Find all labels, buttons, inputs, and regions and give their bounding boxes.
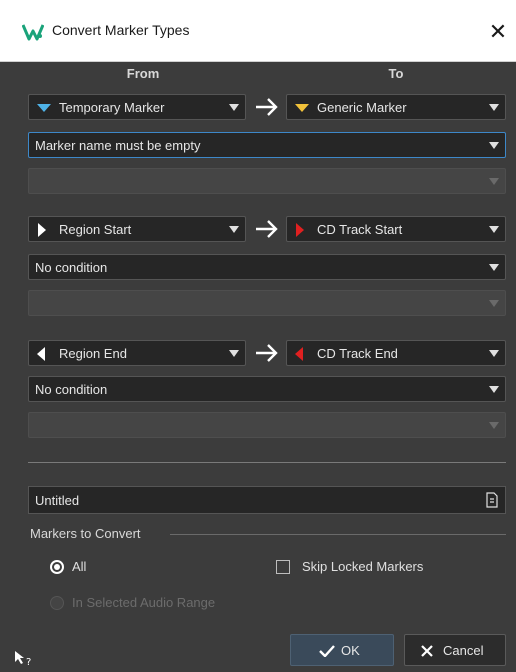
from-marker-select-3[interactable]: Region End [28, 340, 246, 366]
title-bar: Convert Marker Types ✕ [0, 0, 516, 62]
from-column-heading: From [126, 66, 160, 81]
chevron-down-icon [489, 422, 499, 429]
ok-button-label: OK [341, 643, 360, 658]
chevron-down-icon [489, 350, 499, 357]
chevron-down-icon [489, 226, 499, 233]
convert-arrow-icon [256, 344, 278, 362]
close-button[interactable]: ✕ [480, 14, 516, 50]
cd-track-end-icon [295, 347, 303, 361]
radio-all-label: All [72, 559, 87, 574]
ok-button[interactable]: OK [290, 634, 394, 666]
to-marker-label-2: CD Track Start [317, 222, 403, 237]
condition-value-field-1[interactable] [28, 168, 506, 194]
group-divider [170, 534, 506, 535]
help-pointer-icon[interactable]: ? [14, 650, 36, 666]
chevron-down-icon [489, 104, 499, 111]
chevron-down-icon [489, 386, 499, 393]
preset-name-field[interactable]: Untitled [28, 486, 506, 514]
condition-select-1[interactable]: Marker name must be empty [28, 132, 506, 158]
condition-value-field-2[interactable] [28, 290, 506, 316]
from-marker-label-1: Temporary Marker [59, 100, 165, 115]
from-marker-label-3: Region End [59, 346, 127, 361]
condition-label-3: No condition [35, 382, 108, 397]
to-marker-select-1[interactable]: Generic Marker [286, 94, 506, 120]
convert-arrow-icon [256, 220, 278, 238]
chevron-down-icon [229, 104, 239, 111]
preset-name-value: Untitled [35, 493, 80, 508]
chevron-down-icon [489, 300, 499, 307]
chevron-down-icon [489, 142, 499, 149]
to-marker-label-3: CD Track End [317, 346, 398, 361]
radio-all[interactable] [50, 560, 64, 574]
condition-label-2: No condition [35, 260, 108, 275]
to-column-heading: To [388, 66, 404, 81]
checkmark-icon [319, 645, 335, 657]
temporary-marker-icon [37, 104, 51, 112]
to-marker-label-1: Generic Marker [317, 100, 407, 115]
generic-marker-icon [295, 104, 309, 112]
cancel-button-label: Cancel [443, 643, 484, 658]
condition-value-field-3[interactable] [28, 412, 506, 438]
chevron-down-icon [489, 264, 499, 271]
cd-track-start-icon [296, 223, 304, 237]
window-title: Convert Marker Types [52, 22, 190, 38]
chevron-down-icon [229, 350, 239, 357]
markers-to-convert-heading: Markers to Convert [30, 526, 141, 541]
skip-locked-markers-label: Skip Locked Markers [302, 559, 424, 574]
cancel-button[interactable]: Cancel [404, 634, 506, 666]
convert-arrow-icon [256, 98, 278, 116]
chevron-down-icon [489, 178, 499, 185]
region-end-icon [37, 347, 45, 361]
chevron-down-icon [229, 226, 239, 233]
condition-label-1: Marker name must be empty [35, 138, 201, 153]
preset-document-icon[interactable] [485, 492, 499, 508]
wavelab-logo-icon [22, 24, 44, 41]
skip-locked-markers-checkbox[interactable] [276, 560, 290, 574]
close-icon [421, 645, 433, 657]
from-marker-label-2: Region Start [59, 222, 132, 237]
condition-select-3[interactable]: No condition [28, 376, 506, 402]
svg-text:?: ? [26, 657, 31, 666]
from-marker-select-2[interactable]: Region Start [28, 216, 246, 242]
condition-select-2[interactable]: No condition [28, 254, 506, 280]
region-start-icon [38, 223, 46, 237]
from-marker-select-1[interactable]: Temporary Marker [28, 94, 246, 120]
to-marker-select-3[interactable]: CD Track End [286, 340, 506, 366]
to-marker-select-2[interactable]: CD Track Start [286, 216, 506, 242]
section-divider [28, 462, 506, 463]
radio-selected-audio-range[interactable] [50, 596, 64, 610]
radio-selected-audio-range-label: In Selected Audio Range [72, 595, 216, 610]
convert-marker-types-dialog: Convert Marker Types ✕ From To Temporary… [0, 0, 516, 672]
